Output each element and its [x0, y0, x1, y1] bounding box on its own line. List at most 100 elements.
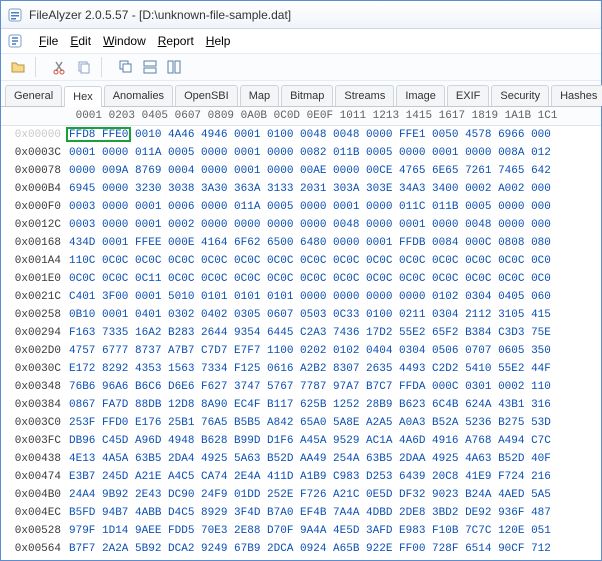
hex-offset: 0x00564 [1, 540, 69, 558]
menu-item-window[interactable]: Window [97, 32, 152, 50]
hex-row[interactable]: 0x004B024A4 9B92 2E43 DC90 24F9 01DD 252… [1, 486, 601, 504]
tab-bitmap[interactable]: Bitmap [281, 85, 333, 106]
hex-row[interactable]: 0x001E00C0C 0C0C 0C11 0C0C 0C0C 0C0C 0C0… [1, 270, 601, 288]
tab-map[interactable]: Map [240, 85, 279, 106]
hex-bytes: 24A4 9B92 2E43 DC90 24F9 01DD 252E F726 … [69, 486, 601, 504]
toolbar-separator [101, 57, 109, 77]
window-title: FileAlyzer 2.0.5.57 - [D:\unknown-file-s… [29, 8, 291, 22]
hex-row[interactable]: 0x0005A0E6B2 2A7F FFD9 FFE2 0C58 4943 43… [1, 558, 601, 560]
hex-header-row: 0x00000 0001 0203 0405 0607 0809 0A0B 0C… [1, 107, 601, 126]
hex-offset: 0x0005A0 [1, 558, 69, 560]
cut-button[interactable] [49, 56, 71, 78]
menu-icon [7, 33, 23, 49]
hex-offset: 0x0012C [1, 216, 69, 234]
hex-row[interactable]: 0x00528979F 1D14 9AEE FDD5 70E3 2E88 D70… [1, 522, 601, 540]
hex-row[interactable]: 0x000780000 009A 8769 0004 0000 0001 000… [1, 162, 601, 180]
hex-offset: 0x00474 [1, 468, 69, 486]
hex-row[interactable]: 0x00000FFD8 FFE0 0010 4A46 4946 0001 010… [1, 126, 601, 144]
menu-item-edit[interactable]: Edit [64, 32, 97, 50]
hex-bytes: FFD8 FFE0 0010 4A46 4946 0001 0100 0048 … [69, 126, 601, 144]
hex-row[interactable]: 0x0012C0003 0000 0001 0002 0000 0000 000… [1, 216, 601, 234]
hex-row[interactable]: 0x004384E13 4A5A 63B5 2DA4 4925 5A63 B52… [1, 450, 601, 468]
hex-offset: 0x0003C [1, 144, 69, 162]
tab-general[interactable]: General [5, 85, 62, 106]
tile-horizontal-button[interactable] [139, 56, 161, 78]
hex-offset: 0x00000 [1, 126, 69, 144]
hex-bytes: 110C 0C0C 0C0C 0C0C 0C0C 0C0C 0C0C 0C0C … [69, 252, 601, 270]
hex-row[interactable]: 0x00474E3B7 245D A21E A4C5 CA74 2E4A 411… [1, 468, 601, 486]
hex-bytes: 434D 0001 FFEE 000E 4164 6F62 6500 6480 … [69, 234, 601, 252]
title-bar: FileAlyzer 2.0.5.57 - [D:\unknown-file-s… [1, 1, 601, 29]
hex-header-bytes: 0001 0203 0405 0607 0809 0A0B 0C0D 0E0F … [69, 107, 601, 125]
menu-item-file[interactable]: File [33, 32, 64, 50]
hex-bytes: F163 7335 16A2 B283 2644 9354 6445 C2A3 … [69, 324, 601, 342]
tab-opensbi[interactable]: OpenSBI [175, 85, 238, 106]
tab-bar: GeneralHexAnomaliesOpenSBIMapBitmapStrea… [1, 81, 601, 107]
hex-row[interactable]: 0x0030CE172 8292 4353 1563 7334 F125 061… [1, 360, 601, 378]
menu-item-report[interactable]: Report [152, 32, 200, 50]
hex-row[interactable]: 0x003840867 FA7D 88DB 12D8 8A90 EC4F B11… [1, 396, 601, 414]
hex-offset: 0x004EC [1, 504, 69, 522]
hex-offset: 0x002D0 [1, 342, 69, 360]
tab-image[interactable]: Image [396, 85, 445, 106]
hex-bytes: B5FD 94B7 4ABB D4C5 8929 3F4D B7A0 EF4B … [69, 504, 601, 522]
hex-offset: 0x00384 [1, 396, 69, 414]
hex-offset: 0x00528 [1, 522, 69, 540]
hex-row[interactable]: 0x0021CC401 3F00 0001 5010 0101 0101 010… [1, 288, 601, 306]
hex-offset: 0x0030C [1, 360, 69, 378]
hex-row[interactable]: 0x00294F163 7335 16A2 B283 2644 9354 644… [1, 324, 601, 342]
hex-bytes: 6945 0000 3230 3038 3A30 363A 3133 2031 … [69, 180, 601, 198]
hex-row[interactable]: 0x000F00003 0000 0001 0006 0000 011A 000… [1, 198, 601, 216]
hex-offset: 0x00078 [1, 162, 69, 180]
hex-bytes: 0C0C 0C0C 0C11 0C0C 0C0C 0C0C 0C0C 0C0C … [69, 270, 601, 288]
app-icon [7, 7, 23, 23]
hex-offset: 0x003C0 [1, 414, 69, 432]
hex-row[interactable]: 0x003C0253F FFD0 E176 25B1 76A5 B5B5 A84… [1, 414, 601, 432]
hex-bytes: 0B10 0001 0401 0302 0402 0305 0607 0503 … [69, 306, 601, 324]
tab-security[interactable]: Security [491, 85, 549, 106]
hex-row[interactable]: 0x002D04757 6777 8737 A7B7 C7D7 E7F7 110… [1, 342, 601, 360]
hex-offset: 0x001A4 [1, 252, 69, 270]
tab-hashes[interactable]: Hashes [551, 85, 602, 106]
hex-view[interactable]: 0x00000 0001 0203 0405 0607 0809 0A0B 0C… [1, 107, 601, 560]
toolbar-separator [35, 57, 43, 77]
hex-row[interactable]: 0x00168434D 0001 FFEE 000E 4164 6F62 650… [1, 234, 601, 252]
tab-streams[interactable]: Streams [335, 85, 394, 106]
hex-row[interactable]: 0x004ECB5FD 94B7 4ABB D4C5 8929 3F4D B7A… [1, 504, 601, 522]
hex-row[interactable]: 0x000B46945 0000 3230 3038 3A30 363A 313… [1, 180, 601, 198]
hex-offset: 0x00348 [1, 378, 69, 396]
hex-bytes: 0000 009A 8769 0004 0000 0001 0000 00AE … [69, 162, 601, 180]
hex-offset: 0x004B0 [1, 486, 69, 504]
hex-row[interactable]: 0x0003C0001 0000 011A 0005 0000 0001 000… [1, 144, 601, 162]
cascade-windows-button[interactable] [115, 56, 137, 78]
hex-bytes: 4E13 4A5A 63B5 2DA4 4925 5A63 B52D AA49 … [69, 450, 601, 468]
hex-offset: 0x000B4 [1, 180, 69, 198]
hex-row[interactable]: 0x00564B7F7 2A2A 5B92 DCA2 9249 67B9 2DC… [1, 540, 601, 558]
menu-item-help[interactable]: Help [200, 32, 237, 50]
hex-bytes: E172 8292 4353 1563 7334 F125 0616 A2B2 … [69, 360, 601, 378]
toolbar [1, 53, 601, 81]
hex-bytes: 76B6 96A6 B6C6 D6E6 F627 3747 5767 7787 … [69, 378, 601, 396]
hex-bytes: 0867 FA7D 88DB 12D8 8A90 EC4F B117 625B … [69, 396, 601, 414]
hex-row[interactable]: 0x001A4110C 0C0C 0C0C 0C0C 0C0C 0C0C 0C0… [1, 252, 601, 270]
hex-bytes: 4757 6777 8737 A7B7 C7D7 E7F7 1100 0202 … [69, 342, 601, 360]
hex-bytes: 0003 0000 0001 0002 0000 0000 0000 0000 … [69, 216, 601, 234]
hex-bytes: E6B2 2A7F FFD9 FFE2 0C58 4943 435F 5052 … [69, 558, 601, 560]
open-button[interactable] [7, 56, 29, 78]
hex-bytes: C401 3F00 0001 5010 0101 0101 0101 0000 … [69, 288, 601, 306]
hex-offset: 0x003FC [1, 432, 69, 450]
tile-vertical-button[interactable] [163, 56, 185, 78]
hex-offset: 0x001E0 [1, 270, 69, 288]
hex-bytes: DB96 C45D A96D 4948 B628 B99D D1F6 A45A … [69, 432, 601, 450]
hex-row[interactable]: 0x002580B10 0001 0401 0302 0402 0305 060… [1, 306, 601, 324]
copy-button[interactable] [73, 56, 95, 78]
hex-offset: 0x00438 [1, 450, 69, 468]
tab-anomalies[interactable]: Anomalies [104, 85, 173, 106]
tab-exif[interactable]: EXIF [447, 85, 489, 106]
tab-hex[interactable]: Hex [64, 86, 102, 107]
hex-row[interactable]: 0x0034876B6 96A6 B6C6 D6E6 F627 3747 576… [1, 378, 601, 396]
hex-bytes: 253F FFD0 E176 25B1 76A5 B5B5 A842 65A0 … [69, 414, 601, 432]
hex-bytes: E3B7 245D A21E A4C5 CA74 2E4A 411D A1B9 … [69, 468, 601, 486]
hex-offset: 0x00168 [1, 234, 69, 252]
hex-row[interactable]: 0x003FCDB96 C45D A96D 4948 B628 B99D D1F… [1, 432, 601, 450]
